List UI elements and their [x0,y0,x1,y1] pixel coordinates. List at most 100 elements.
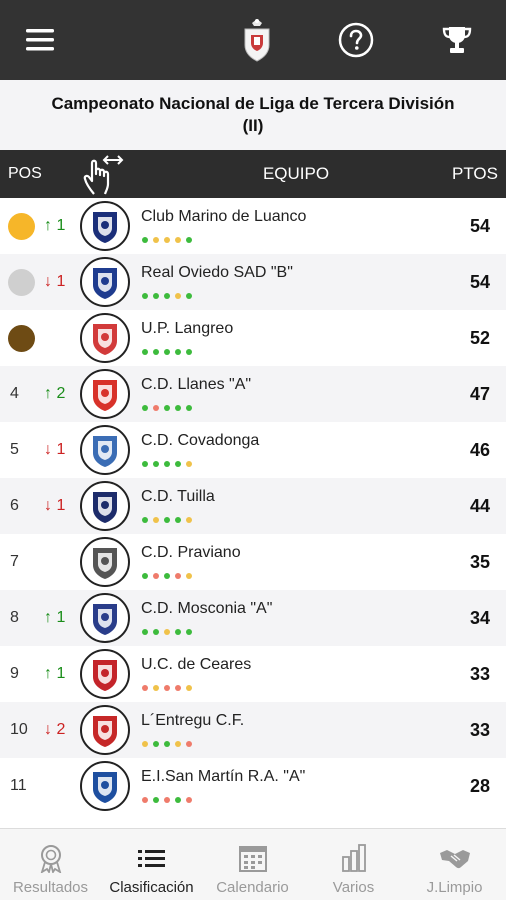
list-icon [135,843,169,873]
team-crest-icon [80,705,130,755]
form-dot [175,797,181,803]
team-name: C.D. Praviano [141,544,241,561]
form-dot [186,517,192,523]
position-number: 10 [10,721,28,738]
form-dot [175,741,181,747]
team-points: 47 [469,384,490,404]
competition-title-bar: Campeonato Nacional de Liga de Tercera D… [0,80,506,150]
form-dot [153,405,159,411]
standings-row[interactable]: 7 C.D. Praviano 35 [0,534,506,590]
form-dot [164,573,170,579]
standings-row[interactable]: 10 ↓ 2 L´Entregu C.F. 33 [0,702,506,758]
form-dot [153,237,159,243]
column-header-points: PTOS [452,164,498,183]
team-name: E.I.San Martín R.A. "A" [141,768,306,785]
tab-label: Varios [332,879,375,896]
team-name: C.D. Mosconia "A" [141,600,273,617]
help-icon [338,22,374,58]
position-change: ↓ 1 [44,273,66,290]
standings-row[interactable]: 11 E.I.San Martín R.A. "A" 28 [0,758,506,814]
form-dot [142,797,148,803]
team-crest-icon [80,313,130,363]
medal-icon [34,843,68,875]
tab-j-limpio[interactable]: J.Limpio [404,829,505,900]
form-dot [142,237,148,243]
medal-icon [8,213,35,240]
team-crest-icon [80,425,130,475]
form-dot [153,349,159,355]
standings-row[interactable]: ↑ 1 Club Marino de Luanco 54 [0,198,506,254]
form-dot [153,293,159,299]
form-dot [142,405,148,411]
standings-row[interactable]: ↓ 1 Real Oviedo SAD "B" 54 [0,254,506,310]
tab-clasificaci-n[interactable]: Clasificación [101,829,202,900]
form-dot [175,685,181,691]
form-dot [164,293,170,299]
form-dot [164,685,170,691]
team-crest-icon [80,201,130,251]
team-crest-icon [80,761,130,811]
form-dot [175,573,181,579]
form-dot [186,237,192,243]
standings-row[interactable]: 9 ↑ 1 U.C. de Ceares 33 [0,646,506,702]
form-dot [186,573,192,579]
hamburger-icon [26,29,54,51]
menu-button[interactable] [14,14,66,66]
medal-icon [8,325,35,352]
form-dot [142,517,148,523]
position-change: ↓ 1 [44,441,66,458]
form-dot [142,573,148,579]
form-dot [164,797,170,803]
form-dot [164,517,170,523]
team-points: 34 [469,608,490,628]
position-number: 5 [10,441,19,458]
recent-form [142,517,192,523]
team-points: 54 [469,216,490,236]
form-dot [175,349,181,355]
help-button[interactable] [330,14,382,66]
form-dot [175,237,181,243]
column-header-team: EQUIPO [262,164,330,183]
form-dot [142,461,148,467]
tab-varios[interactable]: Varios [303,829,404,900]
team-points: 54 [469,272,490,292]
standings-row[interactable]: U.P. Langreo 52 [0,310,506,366]
handshake-icon [438,843,472,873]
team-name: L´Entregu C.F. [141,712,245,729]
team-crest-icon [80,649,130,699]
form-dot [186,685,192,691]
form-dot [186,405,192,411]
federation-logo [231,14,283,66]
position-change: ↑ 2 [44,385,66,402]
tab-calendario[interactable]: Calendario [202,829,303,900]
standings-row[interactable]: 4 ↑ 2 C.D. Llanes "A" 47 [0,366,506,422]
form-dot [175,629,181,635]
form-dot [164,405,170,411]
tab-resultados[interactable]: Resultados [0,829,101,900]
team-crest-icon [80,593,130,643]
form-dot [142,349,148,355]
standings-row[interactable]: 8 ↑ 1 C.D. Mosconia "A" 34 [0,590,506,646]
position-number: 6 [10,497,19,514]
team-points: 33 [469,720,490,740]
position-number: 9 [10,665,19,682]
position-number: 7 [10,553,19,570]
tab-label: Calendario [216,879,289,896]
form-dot [142,741,148,747]
standings-row[interactable]: 5 ↓ 1 C.D. Covadonga 46 [0,422,506,478]
standings-list[interactable]: ↑ 1 Club Marino de Luanco 54 ↓ 1 Real Ov… [0,198,506,828]
tab-label: J.Limpio [426,879,483,896]
team-crest-icon [80,481,130,531]
standings-row[interactable]: 6 ↓ 1 C.D. Tuilla 44 [0,478,506,534]
form-dot [175,461,181,467]
medal-icon [8,269,35,296]
form-dot [186,349,192,355]
team-points: 52 [469,328,490,348]
team-points: 44 [469,496,490,516]
position-change: ↓ 2 [44,721,66,738]
form-dot [186,461,192,467]
trophy-button[interactable] [431,14,483,66]
form-dot [164,629,170,635]
form-dot [142,685,148,691]
form-dot [175,405,181,411]
